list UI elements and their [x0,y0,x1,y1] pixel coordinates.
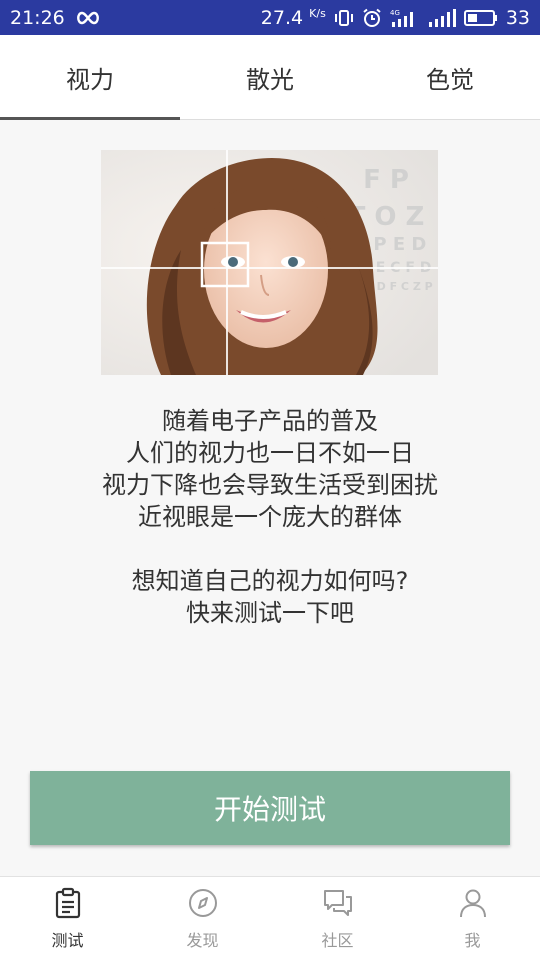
vibrate-icon [334,8,354,28]
message-question: 想知道自己的视力如何吗? [131,567,409,595]
nav-item-me[interactable]: 我 [405,877,540,960]
message-line: 人们的视力也一日不如一日 [126,439,414,467]
message-line: 视力下降也会导致生活受到困扰 [102,471,438,499]
tab-astigmatism-label: 散光 [246,65,294,94]
chat-bubbles-icon [322,887,354,923]
nav-label: 发现 [186,930,219,950]
nav-label: 测试 [51,930,84,950]
signal-icon [428,8,456,28]
tab-vision-label: 视力 [66,65,114,94]
nav-item-community[interactable]: 社区 [270,877,405,960]
top-tab-bar: 视力 散光 色觉 [0,35,540,120]
nav-label: 我 [464,930,481,950]
svg-text:E D F C Z P: E D F C Z P [365,280,432,293]
tab-color-vision-label: 色觉 [426,65,474,94]
nav-item-test[interactable]: 测试 [0,877,135,960]
svg-text:F P: F P [363,165,409,195]
hero-image: F P T O Z L P E D P E C F D E D F C Z P [101,150,438,375]
bottom-nav: 测试 发现 社区 我 [0,876,540,960]
infinity-icon [75,11,101,25]
start-test-button[interactable]: 开始测试 [30,771,510,845]
signal-4g-icon: 4G [390,8,420,28]
battery-icon [463,9,498,27]
intro-message: 随着电子产品的普及 人们的视力也一日不如一日 视力下降也会导致生活受到困扰 近视… [0,405,540,629]
status-bar: 21:26 27.4 K/s 4G 33 [0,0,540,35]
nav-label: 社区 [321,930,354,950]
alarm-icon [362,8,382,28]
compass-icon [187,887,219,923]
svg-text:4G: 4G [390,9,400,17]
clipboard-icon [52,887,84,923]
message-line: 近视眼是一个庞大的群体 [138,503,402,531]
tab-vision[interactable]: 视力 [0,35,180,120]
network-speed: 27.4 K/s [260,6,326,29]
message-cta-line: 快来测试一下吧 [186,599,354,627]
battery-level: 33 [505,6,530,29]
status-time: 21:26 [10,6,65,29]
tab-astigmatism[interactable]: 散光 [180,35,360,119]
person-icon [457,887,489,923]
tab-color-vision[interactable]: 色觉 [360,35,540,119]
message-line: 随着电子产品的普及 [162,407,378,435]
nav-item-discover[interactable]: 发现 [135,877,270,960]
